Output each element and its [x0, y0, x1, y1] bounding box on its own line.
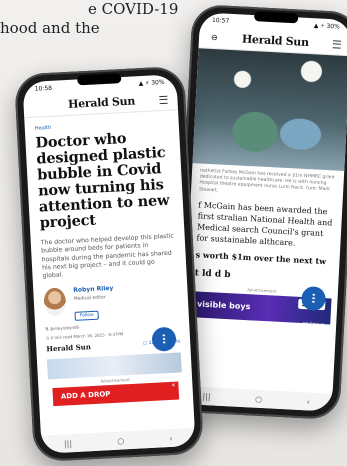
front-phone: 10:58 ▲ ⚡ 30% Herald Sun Health Doctor w…: [13, 65, 205, 463]
author-name[interactable]: Robyn Riley: [73, 285, 113, 294]
hero-image: [192, 48, 347, 172]
advertisement-banner[interactable]: ADD A DROP ✕: [52, 382, 180, 407]
author-avatar[interactable]: [43, 287, 67, 317]
ad-text: ADD A DROP: [60, 390, 111, 402]
ad-close-icon[interactable]: ✕: [171, 383, 176, 389]
menu-icon[interactable]: [159, 95, 168, 104]
clock-icon: ◷: [45, 335, 50, 341]
share-gift-button[interactable]: ⵗ: [151, 326, 177, 352]
status-time: 10:57: [211, 16, 230, 25]
back-icon[interactable]: ‹: [169, 433, 173, 442]
article-paragraph: f McGain has been awarded the first stra…: [196, 200, 333, 248]
background-article-text: e COVID-19 hood and the: [0, 0, 178, 38]
background-text-line: e COVID-19: [88, 0, 179, 18]
article-standfirst: The doctor who helped develop this plast…: [40, 232, 175, 280]
follow-button[interactable]: Follow: [74, 311, 100, 322]
home-icon[interactable]: ○: [255, 394, 262, 403]
status-icons: ▲ ⚡ 30%: [138, 78, 165, 87]
x-icon: 𝕏: [45, 326, 49, 332]
home-icon[interactable]: ○: [117, 436, 124, 445]
author-role: Medical editor: [73, 295, 106, 303]
system-nav-bar: ||| ○ ‹: [179, 385, 333, 412]
comment-icon: ▢: [142, 341, 148, 347]
front-phone-screen: 10:58 ▲ ⚡ 30% Herald Sun Health Doctor w…: [22, 74, 196, 454]
system-nav-bar: ||| ○ ‹: [40, 427, 196, 454]
article-headline: Doctor who designed plastic bubble in Co…: [35, 129, 170, 232]
account-icon[interactable]: ⊖: [211, 33, 218, 42]
recent-apps-icon[interactable]: |||: [202, 391, 211, 400]
status-time: 10:58: [34, 84, 53, 93]
menu-icon[interactable]: [332, 39, 342, 49]
status-icons: ▲ ⚡ 30%: [313, 21, 340, 31]
article-brand-logo: Herald Sun: [46, 342, 92, 354]
site-logo[interactable]: Herald Sun: [68, 94, 136, 110]
ad-text: visible boys: [196, 299, 251, 312]
back-phone-screen: 10:57 ▲ ⚡ 30% ⊖ Herald Sun nathetist For…: [179, 12, 347, 412]
gift-icon: ⵗ: [310, 291, 317, 306]
ad-brand-sub: ORIGINALS: [302, 320, 325, 328]
back-icon[interactable]: ‹: [306, 397, 310, 406]
background-text-line: hood and the: [0, 19, 100, 37]
recent-apps-icon[interactable]: |||: [64, 439, 73, 448]
site-logo[interactable]: Herald Sun: [242, 33, 310, 49]
gift-icon: ⵗ: [161, 332, 167, 347]
